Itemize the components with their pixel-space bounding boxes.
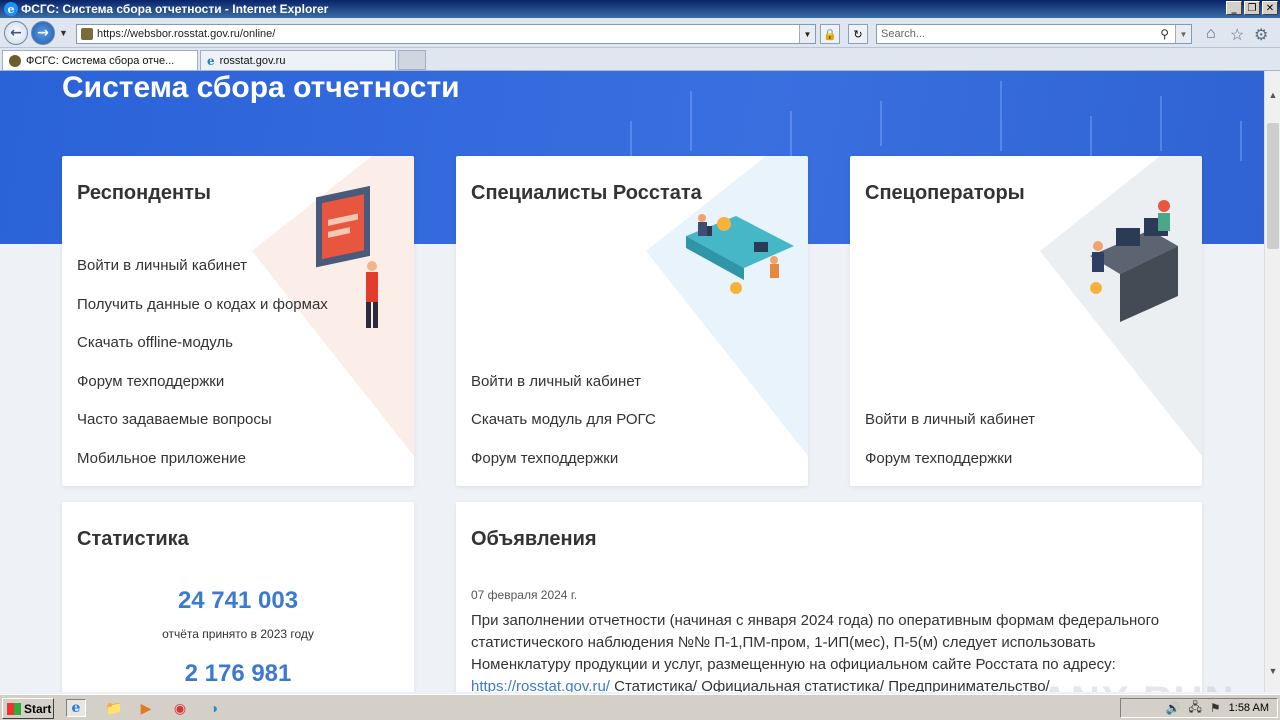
- tab-fsgs[interactable]: ФСГС: Система сбора отче...: [2, 50, 198, 70]
- refresh-icon[interactable]: ↻: [848, 24, 868, 44]
- respondents-offline-link[interactable]: Скачать offline-модуль: [77, 334, 233, 351]
- navigation-bar: ← → ▼ https://websbor.rosstat.gov.ru/onl…: [0, 18, 1280, 48]
- respondents-mobile-link[interactable]: Мобильное приложение: [77, 450, 246, 467]
- operators-login-link[interactable]: Войти в личный кабинет: [865, 411, 1035, 428]
- stat-value: 24 741 003: [177, 587, 299, 614]
- specialists-forum-link[interactable]: Форум техподдержки: [471, 450, 618, 467]
- search-input[interactable]: Search... ⚲ ▼: [876, 24, 1192, 44]
- window-controls: _ ❐ ✕: [1226, 1, 1278, 15]
- search-placeholder: Search...: [881, 28, 926, 40]
- announcement-path: Статистика/ Официальная статистика/ Пред…: [609, 678, 1050, 692]
- anyrun-watermark: ANY RUN: [1040, 679, 1236, 692]
- specialists-card: Специалисты Росстата Войти в личный каби…: [456, 156, 808, 486]
- page-title: Система сбора отчетности: [62, 71, 460, 104]
- lock-icon[interactable]: 🔒: [820, 24, 840, 44]
- search-icon[interactable]: ⚲: [1160, 27, 1169, 41]
- stat-caption: отчёта принято в 2023 году: [162, 627, 314, 641]
- search-dropdown-icon[interactable]: ▼: [1175, 25, 1191, 43]
- tab-label: rosstat.gov.ru: [219, 54, 286, 67]
- address-dropdown-icon[interactable]: ▼: [799, 25, 815, 43]
- new-tab-button[interactable]: [398, 50, 426, 70]
- settings-gear-icon[interactable]: ⚙: [1254, 25, 1268, 45]
- statistics-card: Статистика 24 741 003 отчёта принято в 2…: [62, 502, 414, 692]
- taskbar-folder-icon[interactable]: 📁: [104, 699, 124, 717]
- favorites-star-icon[interactable]: ☆: [1230, 25, 1244, 45]
- ie-page-icon: e: [207, 53, 215, 68]
- start-label: Start: [24, 701, 52, 716]
- page-viewport: Система сбора отчетности Респонденты Вой…: [0, 71, 1264, 692]
- taskbar-edge-icon[interactable]: ◑: [204, 699, 224, 717]
- specialists-login-link[interactable]: Войти в личный кабинет: [471, 373, 641, 390]
- respondents-forum-link[interactable]: Форум техподдержки: [77, 373, 224, 390]
- statistics-title: Статистика: [77, 528, 189, 550]
- specialists-module-link[interactable]: Скачать модуль для РОГС: [471, 411, 656, 428]
- specialists-title: Специалисты Росстата: [471, 182, 702, 204]
- volume-icon[interactable]: 🔊: [1166, 701, 1181, 715]
- address-input[interactable]: https://websbor.rosstat.gov.ru/online/ ▼: [76, 24, 816, 44]
- system-tray: 🔊 🖧 ⚑ 1:58 AM: [1120, 698, 1278, 718]
- announcement-body: При заполнении отчетности (начиная с янв…: [471, 612, 1160, 673]
- operators-card: Спецоператоры Войти в личный кабинет Фор…: [850, 156, 1202, 486]
- scroll-thumb[interactable]: [1267, 123, 1279, 249]
- network-icon[interactable]: 🖧: [1188, 698, 1201, 719]
- vertical-scrollbar[interactable]: ▲ ▼: [1264, 71, 1280, 692]
- tab-rosstat[interactable]: e rosstat.gov.ru: [200, 50, 396, 70]
- respondents-codes-link[interactable]: Получить данные о кодах и формах: [77, 296, 328, 313]
- operators-forum-link[interactable]: Форум техподдержки: [865, 450, 1012, 467]
- taskbar: Start e 📁 ▶ ◉ ◑ 🔊 🖧 ⚑ 1:58 AM: [0, 694, 1280, 720]
- clock: 1:58 AM: [1228, 702, 1269, 714]
- tab-label: ФСГС: Система сбора отче...: [26, 54, 175, 67]
- specialists-illustration: [646, 156, 808, 456]
- respondents-faq-link[interactable]: Часто задаваемые вопросы: [77, 411, 272, 428]
- window-titlebar: e ФСГС: Система сбора отчетности - Inter…: [0, 0, 1280, 18]
- minimize-button[interactable]: _: [1226, 1, 1242, 15]
- restore-button[interactable]: ❐: [1244, 1, 1260, 15]
- taskbar-chrome-icon[interactable]: ◉: [170, 699, 190, 717]
- ie-logo-icon: e: [4, 2, 18, 16]
- respondents-title: Респонденты: [77, 182, 211, 204]
- address-url: https://websbor.rosstat.gov.ru/online/: [97, 28, 276, 40]
- forward-button[interactable]: →: [31, 21, 55, 45]
- scroll-down-icon[interactable]: ▼: [1265, 663, 1280, 679]
- taskbar-ie-icon[interactable]: e: [66, 699, 86, 717]
- rosstat-favicon-icon: [9, 54, 21, 67]
- operators-illustration: [1040, 156, 1202, 456]
- announcements-title: Объявления: [471, 528, 597, 550]
- operators-title: Спецоператоры: [865, 182, 1025, 204]
- close-button[interactable]: ✕: [1262, 1, 1278, 15]
- taskbar-media-icon[interactable]: ▶: [136, 699, 156, 717]
- respondents-illustration: [252, 156, 414, 456]
- respondents-card: Респонденты Войти в личный кабинет Получ…: [62, 156, 414, 486]
- window-title: ФСГС: Система сбора отчетности - Interne…: [21, 2, 329, 16]
- announcement-date: 07 февраля 2024 г.: [471, 588, 578, 602]
- back-button[interactable]: ←: [4, 21, 28, 45]
- stat-value: 2 176 981: [184, 660, 292, 687]
- scroll-up-icon[interactable]: ▲: [1265, 87, 1280, 103]
- rosstat-link[interactable]: https://rosstat.gov.ru/: [471, 678, 610, 692]
- announcements-card: Объявления 07 февраля 2024 г. При заполн…: [456, 502, 1202, 692]
- flag-notification-icon[interactable]: ⚑: [1210, 701, 1221, 715]
- start-button[interactable]: Start: [2, 698, 54, 719]
- respondents-login-link[interactable]: Войти в личный кабинет: [77, 257, 247, 274]
- history-dropdown-icon[interactable]: ▼: [59, 28, 68, 38]
- windows-flag-icon: [7, 702, 21, 715]
- site-favicon-icon: [81, 28, 93, 40]
- tab-bar: ФСГС: Система сбора отче... e rosstat.go…: [0, 48, 1280, 71]
- home-icon[interactable]: ⌂: [1206, 25, 1216, 43]
